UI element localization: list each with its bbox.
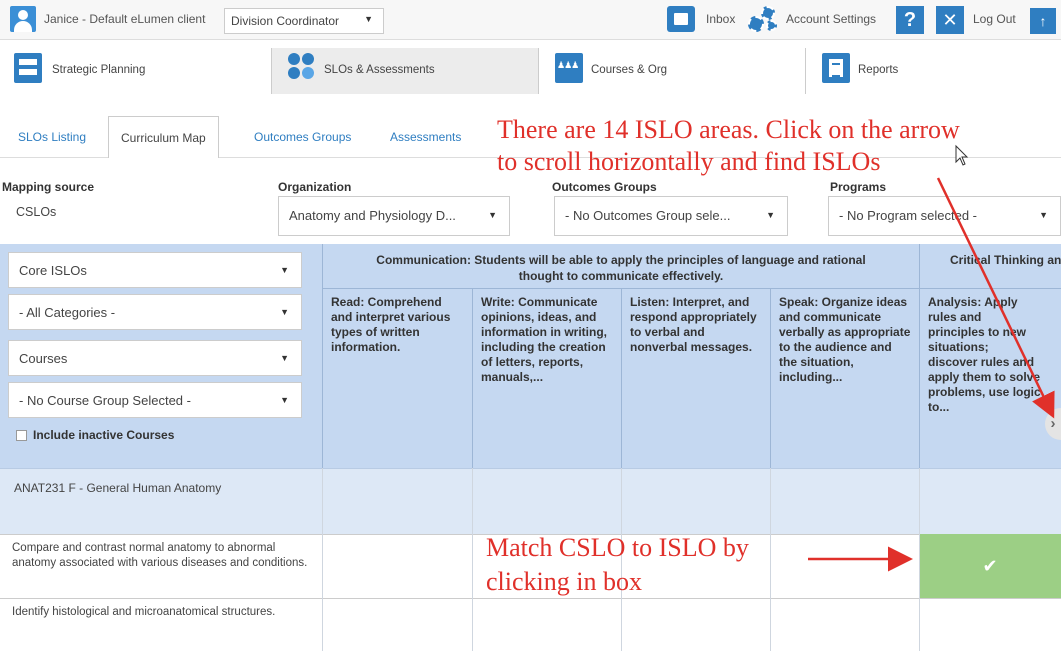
module-tab-label: Courses & Org: [591, 64, 668, 76]
organization-select[interactable]: Anatomy and Physiology D... ▼: [278, 196, 510, 236]
logout-link[interactable]: Log Out: [973, 12, 1016, 26]
module-tab-reports[interactable]: Reports: [806, 48, 1061, 94]
islo-column-header: Analysis: Apply rules and principles to …: [919, 288, 1061, 468]
caret-down-icon: ▼: [280, 265, 289, 275]
caret-down-icon: ▼: [280, 353, 289, 363]
islo-column-header: Read: Comprehend and interpret various t…: [322, 288, 472, 468]
tab-assessments[interactable]: Assessments: [390, 130, 461, 144]
top-bar: Janice - Default eLumen client Division …: [0, 0, 1061, 40]
type-value: Courses: [19, 351, 68, 366]
course-name: ANAT231 F - General Human Anatomy: [14, 481, 222, 495]
tab-curriculum-map[interactable]: Curriculum Map: [108, 116, 219, 158]
category-select[interactable]: - All Categories - ▼: [8, 294, 302, 330]
mapping-cell[interactable]: [472, 598, 621, 651]
caret-down-icon: ▼: [364, 14, 373, 24]
tab-outcomes-groups[interactable]: Outcomes Groups: [254, 130, 351, 144]
cslo-text: Identify histological and microanatomica…: [12, 606, 276, 618]
programs-select[interactable]: - No Program selected - ▼: [828, 196, 1061, 236]
caret-down-icon: ▼: [280, 307, 289, 317]
module-tab-label: Reports: [858, 64, 899, 76]
close-icon[interactable]: ✕: [936, 6, 964, 34]
islo-group-communication: Communication: Students will be able to …: [322, 244, 919, 288]
mapping-cell[interactable]: [770, 534, 919, 598]
avatar[interactable]: [10, 6, 36, 32]
inbox-icon[interactable]: [667, 6, 695, 32]
mapping-cell[interactable]: [621, 598, 770, 651]
mapping-source-label: Mapping source: [2, 180, 95, 194]
role-select-value: Division Coordinator: [231, 14, 340, 28]
islo-set-select[interactable]: Core ISLOs ▼: [8, 252, 302, 288]
mapping-cell[interactable]: [770, 598, 919, 651]
organization-label: Organization: [278, 180, 352, 194]
annotation-text: clicking in box: [486, 567, 642, 596]
caret-down-icon: ▼: [488, 210, 497, 220]
annotation-text: to scroll horizontally and find ISLOs: [497, 147, 881, 176]
mapping-cell[interactable]: [322, 534, 472, 598]
module-tab-courses-org[interactable]: Courses & Org: [539, 48, 806, 94]
annotation-text: Match CSLO to ISLO by: [486, 533, 749, 562]
include-inactive-label: Include inactive Courses: [33, 428, 175, 442]
caret-down-icon: ▼: [766, 210, 775, 220]
type-select[interactable]: Courses ▼: [8, 340, 302, 376]
arrow-up-icon[interactable]: ↑: [1030, 8, 1056, 34]
inbox-link[interactable]: Inbox: [706, 12, 735, 26]
module-tab-strategic-planning[interactable]: Strategic Planning: [0, 48, 272, 94]
cslo-text: Compare and contrast normal anatomy to a…: [12, 542, 308, 569]
checkbox-icon[interactable]: [16, 430, 27, 441]
caret-down-icon: ▼: [280, 395, 289, 405]
module-nav: Strategic Planning SLOs & Assessments Co…: [0, 48, 1061, 94]
reports-icon: [822, 53, 850, 83]
course-group-value: - No Course Group Selected -: [19, 393, 191, 408]
courses-org-icon: [555, 53, 583, 83]
course-group-select[interactable]: - No Course Group Selected - ▼: [8, 382, 302, 418]
role-select[interactable]: Division Coordinator ▼: [224, 8, 384, 34]
include-inactive-checkbox[interactable]: Include inactive Courses: [16, 428, 174, 442]
islo-column-header: Write: Communicate opinions, ideas, and …: [472, 288, 621, 468]
outcomes-groups-label: Outcomes Groups: [552, 180, 657, 194]
mapping-cell[interactable]: [919, 598, 1061, 651]
mapping-cell[interactable]: [322, 598, 472, 651]
mouse-cursor-icon: [955, 144, 969, 166]
annotation-text: There are 14 ISLO areas. Click on the ar…: [497, 115, 960, 144]
gear-icon[interactable]: [746, 4, 780, 34]
slo-assessments-icon: [288, 53, 316, 83]
caret-down-icon: ▼: [1039, 210, 1048, 220]
checkmark-icon: ✔: [982, 556, 998, 576]
strategic-planning-icon: [14, 53, 42, 83]
islo-column-header: Speak: Organize ideas and communicate ve…: [770, 288, 919, 468]
module-tab-label: Strategic Planning: [52, 64, 146, 76]
mapping-cell-mapped[interactable]: ✔: [919, 534, 1061, 598]
mapping-source-value: CSLOs: [16, 205, 57, 219]
islo-set-value: Core ISLOs: [19, 263, 87, 278]
programs-select-value: - No Program selected -: [839, 208, 977, 223]
help-icon[interactable]: ?: [896, 6, 924, 34]
tab-slos-listing[interactable]: SLOs Listing: [18, 130, 86, 144]
module-tab-slos-assessments[interactable]: SLOs & Assessments: [272, 48, 539, 94]
user-name[interactable]: Janice - Default eLumen client: [44, 12, 205, 26]
category-value: - All Categories -: [19, 305, 116, 320]
outcomes-groups-select[interactable]: - No Outcomes Group sele... ▼: [554, 196, 788, 236]
organization-select-value: Anatomy and Physiology D...: [289, 208, 456, 223]
filter-panel: Core ISLOs ▼ - All Categories - ▼ Course…: [0, 244, 322, 468]
programs-label: Programs: [830, 180, 887, 194]
module-tab-label: SLOs & Assessments: [324, 64, 435, 76]
islo-column-header: Listen: Interpret, and respond appropria…: [621, 288, 770, 468]
account-settings-link[interactable]: Account Settings: [786, 12, 876, 26]
course-row: ANAT231 F - General Human Anatomy: [0, 468, 1061, 534]
islo-group-critical-thinking: Critical Thinking and analyzing data: [919, 244, 1061, 288]
outcomes-groups-select-value: - No Outcomes Group sele...: [565, 208, 731, 223]
